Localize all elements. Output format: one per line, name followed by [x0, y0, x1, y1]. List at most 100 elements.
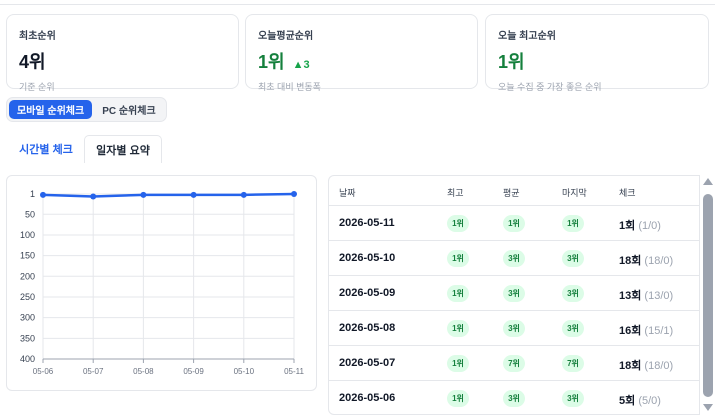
x-tick-label: 05-06: [33, 367, 54, 376]
today-avg-rank-card: 오늘평균순위 1위 ▲3 최초 대비 변동폭: [245, 14, 478, 92]
mobile-rank-check-button[interactable]: 모바일 순위체크: [9, 100, 93, 119]
first-rank-subtitle: 기준 순위: [19, 82, 55, 92]
avg-rank-pill: 1위: [503, 215, 525, 232]
header-avg: 평균: [503, 188, 520, 198]
daily-summary-table: 날짜 최고 평균 마지막 체크 2026-05-11 1위 1위 1위 1회 (1/0)…: [328, 175, 700, 415]
avg-rank-pill: 7위: [503, 355, 525, 372]
header-best: 최고: [447, 188, 464, 198]
table-row: 2026-05-11 1위 1위 1위 1회 (1/0): [329, 206, 699, 241]
data-point[interactable]: [291, 191, 297, 197]
data-point[interactable]: [40, 191, 46, 198]
avg-rank-pill: 3위: [503, 250, 525, 267]
y-tick-label: 300: [20, 313, 35, 323]
data-point[interactable]: [240, 191, 247, 198]
last-rank-pill: 3위: [562, 285, 584, 302]
check-count: 13회 (13/0): [619, 287, 673, 303]
today-best-rank-title: 오늘 최고순위: [498, 31, 556, 42]
table-row: 2026-05-08 1위 3위 3위 16회 (15/1): [329, 311, 699, 346]
today-avg-rank-value: 1위: [258, 52, 285, 72]
avg-rank-pill: 3위: [503, 320, 525, 337]
best-rank-pill: 1위: [447, 215, 469, 232]
pc-rank-check-button[interactable]: PC 순위체크: [94, 100, 163, 119]
check-count-value: 5회: [619, 395, 636, 407]
row-date: 2026-05-07: [339, 357, 396, 369]
check-count-detail: (1/0): [638, 220, 661, 232]
y-tick-label: 400: [20, 354, 35, 364]
last-rank-pill: 1위: [562, 215, 584, 232]
x-tick-label: 05-10: [234, 367, 255, 376]
rank-line-chart: 15010015020025030035040005-06 05-07 05-08 0…: [20, 189, 305, 376]
tab-daily-summary[interactable]: 일자별 요약: [84, 135, 162, 163]
data-point[interactable]: [190, 191, 197, 198]
row-date: 2026-05-11: [339, 217, 395, 229]
check-count: 18회 (18/0): [619, 252, 673, 268]
y-tick-label: 100: [20, 230, 35, 240]
check-count: 16회 (15/1): [619, 322, 673, 338]
header-last: 마지막: [562, 188, 587, 198]
today-avg-rank-subtitle: 최초 대비 변동폭: [258, 82, 321, 92]
first-rank-title: 최초순위: [19, 31, 56, 42]
y-tick-label: 250: [20, 292, 35, 302]
today-best-rank-subtitle: 오늘 수집 중 가장 좋은 순위: [498, 82, 602, 92]
row-date: 2026-05-08: [339, 322, 396, 334]
check-count: 1회 (1/0): [619, 217, 661, 233]
check-count-value: 16회: [619, 325, 642, 337]
best-rank-pill: 1위: [447, 390, 469, 407]
check-count-detail: (5/0): [638, 395, 661, 407]
scroll-up-arrow-icon[interactable]: [703, 178, 713, 185]
scroll-thumb[interactable]: [703, 194, 713, 397]
best-rank-pill: 1위: [447, 250, 469, 267]
today-best-rank-card: 오늘 최고순위 1위 오늘 수집 중 가장 좋은 순위: [485, 14, 709, 92]
check-count-detail: (18/0): [644, 360, 674, 372]
view-tabs: 시간별 체크 일자별 요약: [6, 135, 709, 163]
y-tick-label: 50: [25, 209, 35, 219]
avg-rank-pill: 3위: [503, 285, 525, 302]
row-date: 2026-05-06: [339, 392, 396, 404]
device-toggle: 모바일 순위체크 PC 순위체크: [6, 97, 167, 122]
check-count: 5회 (5/0): [619, 392, 661, 408]
check-count-value: 18회: [619, 360, 642, 372]
table-scrollbar[interactable]: [702, 178, 713, 415]
row-date: 2026-05-09: [339, 287, 396, 299]
scroll-down-arrow-icon[interactable]: [703, 404, 713, 411]
last-rank-pill: 3위: [562, 390, 584, 407]
table-row: 2026-05-06 1위 3위 3위 5회 (5/0): [329, 381, 699, 414]
first-rank-card: 최초순위 4위 기준 순위: [6, 14, 239, 92]
top-divider: [0, 0, 715, 5]
data-point[interactable]: [90, 193, 97, 200]
avg-rank-pill: 3위: [503, 390, 525, 407]
check-count-value: 18회: [619, 255, 642, 267]
table-header: 날짜 최고 평균 마지막 체크: [329, 176, 699, 206]
y-tick-label: 150: [20, 251, 35, 261]
check-count-detail: (18/0): [644, 255, 674, 267]
y-tick-label: 200: [20, 271, 35, 281]
check-count-value: 13회: [619, 290, 642, 302]
tab-hourly-check[interactable]: 시간별 체크: [10, 135, 82, 163]
first-rank-value: 4위: [19, 52, 46, 72]
today-best-rank-value: 1위: [498, 52, 525, 72]
table-row: 2026-05-10 1위 3위 3위 18회 (18/0): [329, 241, 699, 276]
header-checks: 체크: [619, 188, 636, 198]
y-tick-label: 1: [30, 189, 35, 199]
table-row: 2026-05-09 1위 3위 3위 13회 (13/0): [329, 276, 699, 311]
x-tick-label: 05-07: [83, 367, 104, 376]
best-rank-pill: 1위: [447, 320, 469, 337]
data-point[interactable]: [140, 191, 147, 198]
best-rank-pill: 1위: [447, 355, 469, 372]
table-row: 2026-05-07 1위 7위 7위 18회 (18/0): [329, 346, 699, 381]
x-tick-label: 05-09: [183, 367, 204, 376]
check-count-detail: (13/0): [644, 290, 674, 302]
rank-change-badge: ▲3: [292, 59, 310, 71]
check-count-value: 1회: [619, 220, 636, 232]
last-rank-pill: 3위: [562, 250, 584, 267]
y-tick-label: 350: [20, 333, 35, 343]
rank-chart-panel: 1 50 100 150 200 250 300 350 400 05-06 05-07 05-08 0…: [6, 175, 317, 391]
best-rank-pill: 1위: [447, 285, 469, 302]
check-count: 18회 (18/0): [619, 357, 673, 373]
last-rank-pill: 3위: [562, 320, 584, 337]
check-count-detail: (15/1): [644, 325, 674, 337]
row-date: 2026-05-10: [339, 252, 396, 264]
x-tick-label: 05-11: [284, 367, 304, 376]
header-date: 날짜: [339, 188, 356, 198]
last-rank-pill: 7위: [562, 355, 584, 372]
